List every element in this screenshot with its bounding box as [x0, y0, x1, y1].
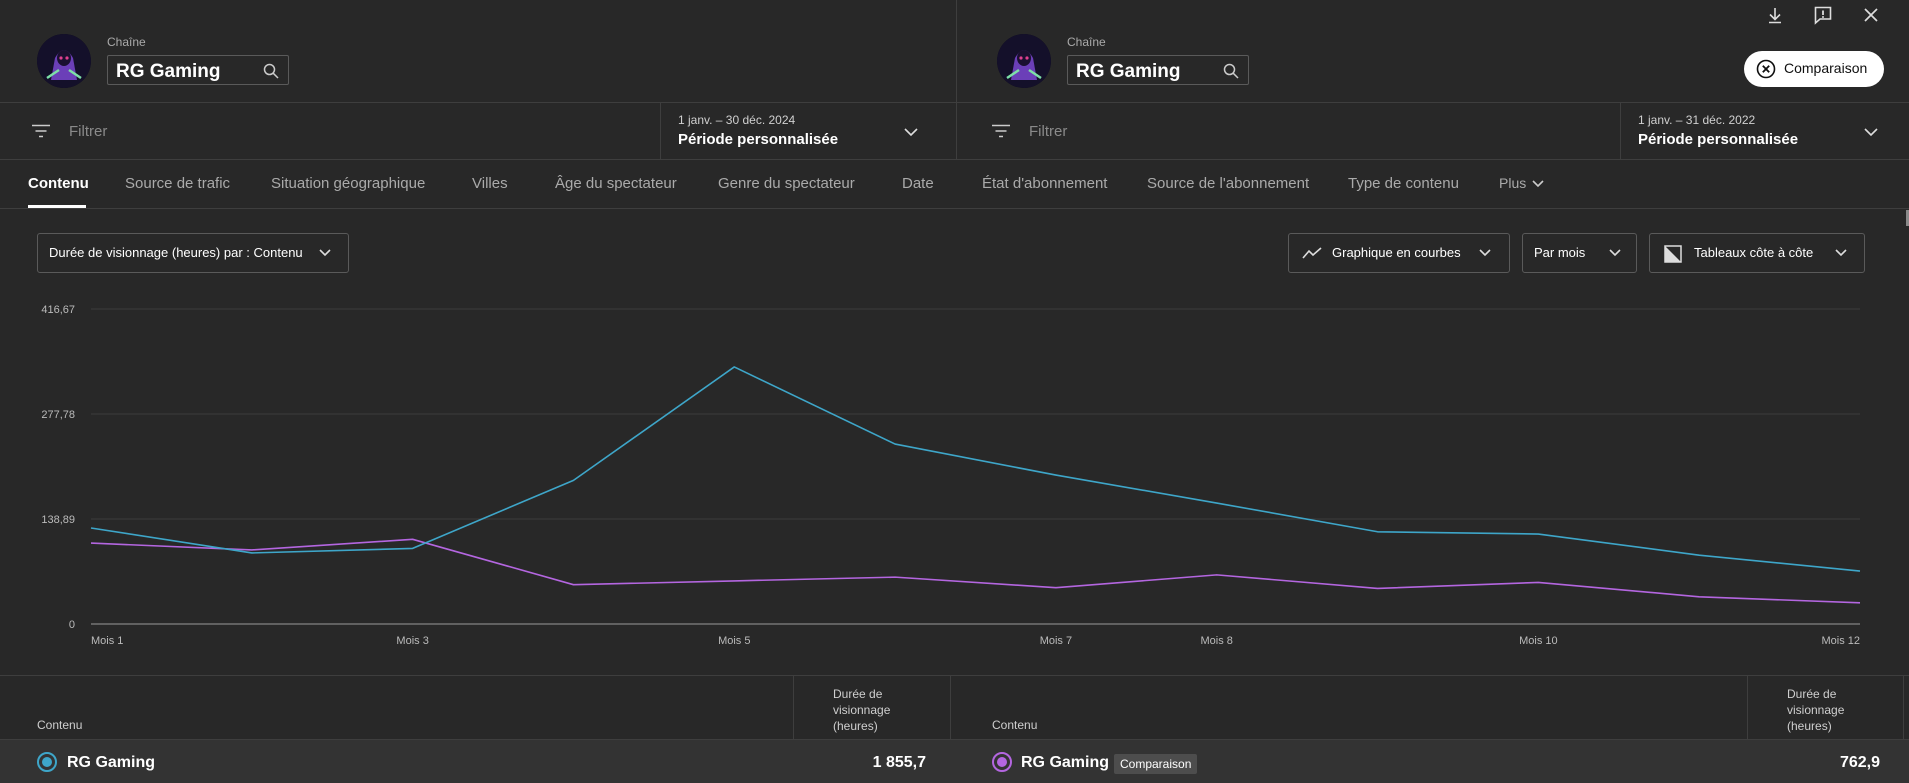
tab-date[interactable]: Date: [902, 175, 934, 192]
x-tick-label: Mois 10: [1519, 635, 1558, 647]
tab-contenu[interactable]: Contenu: [28, 175, 89, 192]
column-header-content[interactable]: Contenu: [992, 718, 1037, 732]
channel-avatar: [37, 34, 91, 88]
x-tick-label: Mois 7: [1040, 635, 1072, 647]
x-tick-label: Mois 3: [396, 635, 428, 647]
line-chart-icon: [1302, 247, 1322, 259]
y-tick-label: 277,78: [41, 409, 75, 421]
tab-source-abonnement[interactable]: Source de l'abonnement: [1147, 175, 1309, 192]
channel-avatar: [997, 34, 1051, 88]
series-line-comparison: [90, 538, 1861, 604]
close-icon[interactable]: [1860, 4, 1882, 26]
y-tick-label: 416,67: [41, 304, 75, 316]
row-watch-time: 762,9: [1839, 754, 1880, 771]
active-tab-indicator: [28, 205, 86, 208]
x-tick-label: Mois 12: [1821, 635, 1860, 647]
period-type: Période personnalisée: [1638, 131, 1799, 148]
dimension-tabs: Contenu Source de trafic Situation géogr…: [0, 160, 1909, 209]
search-icon[interactable]: [1223, 63, 1239, 79]
chart-type-label: Graphique en courbes: [1332, 245, 1461, 260]
chevron-down-icon: [1479, 249, 1491, 257]
y-tick-label: 138,89: [41, 514, 75, 526]
chevron-down-icon: [1532, 180, 1544, 188]
tab-genre-spectateur[interactable]: Genre du spectateur: [718, 175, 855, 192]
chevron-down-icon: [1609, 249, 1621, 257]
channel-label: Chaîne: [107, 35, 146, 49]
period-selector[interactable]: 1 janv. – 30 déc. 2024 Période personnal…: [661, 103, 956, 160]
cancel-circle-icon: [1756, 59, 1776, 79]
filter-input[interactable]: Filtrer: [1029, 123, 1067, 140]
channel-label: Chaîne: [1067, 35, 1106, 49]
row-channel-name: RG Gaming: [1021, 754, 1110, 771]
tab-situation-geographique[interactable]: Situation géographique: [271, 175, 425, 192]
tab-plus-label: Plus: [1499, 175, 1527, 191]
x-tick-label: Mois 8: [1201, 635, 1233, 647]
filter-input[interactable]: Filtrer: [69, 123, 107, 140]
remove-comparison-button[interactable]: Comparaison: [1744, 51, 1884, 87]
period-type: Période personnalisée: [678, 131, 839, 148]
chart-type-selector[interactable]: Graphique en courbes: [1288, 233, 1510, 273]
comparison-badge: Comparaison: [1114, 754, 1198, 774]
line-chart: 0 138,89 277,78 416,67 Mois 1 Mois 3 Mois 5 Moi…: [41, 304, 1861, 647]
period-range: 1 janv. – 31 déc. 2022: [1638, 113, 1756, 127]
tab-villes[interactable]: Villes: [472, 175, 508, 192]
granularity-label: Par mois: [1534, 245, 1586, 260]
comparison-label: Comparaison: [1784, 60, 1868, 76]
column-header-watch-time[interactable]: Durée de visionnage (heures): [833, 686, 923, 734]
metric-selector[interactable]: Durée de visionnage (heures) par : Conte…: [37, 233, 349, 273]
table-row: RG Gaming 1 855,7 RG Gaming Comparaison …: [0, 739, 1909, 783]
tab-source-trafic[interactable]: Source de trafic: [125, 175, 230, 192]
download-icon[interactable]: [1764, 4, 1786, 26]
series-line-primary: [90, 366, 1861, 572]
channel-header: Chaîne RG Gaming Chaîne RG Gaming Compar…: [0, 0, 1909, 160]
channel-selector[interactable]: RG Gaming: [107, 55, 289, 85]
x-tick-label: Mois 5: [718, 635, 750, 647]
comparison-period-selector[interactable]: 1 janv. – 31 déc. 2022 Période personnal…: [1621, 103, 1909, 160]
period-range: 1 janv. – 30 déc. 2024: [678, 113, 796, 127]
search-icon[interactable]: [263, 63, 279, 79]
tab-age-spectateur[interactable]: Âge du spectateur: [555, 175, 677, 192]
filter-bar: Filtrer 1 janv. – 30 déc. 2024 Période p…: [0, 103, 1909, 160]
layout-selector[interactable]: Tableaux côte à côte: [1649, 233, 1865, 273]
tab-plus[interactable]: Plus: [1499, 175, 1559, 195]
tab-type-contenu[interactable]: Type de contenu: [1348, 175, 1459, 192]
row-channel-name: RG Gaming: [67, 754, 156, 771]
tab-etat-abonnement[interactable]: État d'abonnement: [982, 175, 1107, 192]
column-header-watch-time[interactable]: Durée de visionnage (heures): [1787, 686, 1877, 734]
x-tick-label: Mois 1: [91, 635, 123, 647]
row-watch-time: 1 855,7: [872, 754, 926, 771]
comparison-channel-selector[interactable]: RG Gaming: [1067, 55, 1249, 85]
chevron-down-icon: [1835, 249, 1847, 257]
metric-label: Durée de visionnage (heures) par : Conte…: [49, 245, 303, 260]
layout-label: Tableaux côte à côte: [1694, 245, 1814, 260]
series-radio[interactable]: [37, 752, 57, 772]
feedback-icon[interactable]: [1812, 4, 1834, 26]
filter-icon[interactable]: [31, 124, 51, 138]
chevron-down-icon: [904, 128, 918, 137]
chevron-down-icon: [1864, 128, 1878, 137]
column-header-content[interactable]: Contenu: [37, 718, 82, 732]
table-header: Contenu Durée de visionnage (heures) Con…: [0, 675, 1909, 783]
filter-icon[interactable]: [991, 124, 1011, 138]
channel-name: RG Gaming: [116, 61, 221, 82]
granularity-selector[interactable]: Par mois: [1522, 233, 1637, 273]
y-tick-label: 0: [69, 619, 75, 631]
side-by-side-icon: [1664, 245, 1682, 263]
channel-name: RG Gaming: [1076, 61, 1181, 82]
chevron-down-icon: [319, 249, 331, 257]
comparison-series-radio[interactable]: [992, 752, 1012, 772]
